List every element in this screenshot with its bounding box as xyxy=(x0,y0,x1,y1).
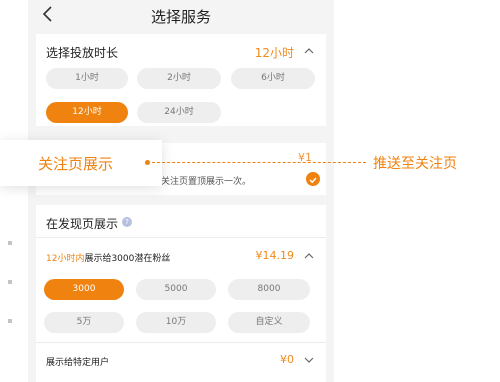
divider xyxy=(36,237,326,238)
fans-option-3000[interactable]: 3000 xyxy=(44,279,124,300)
fans-option-8000[interactable]: 8000 xyxy=(228,279,310,300)
duration-option-24h[interactable]: 24小时 xyxy=(137,102,221,123)
specific-users-price: ¥0 xyxy=(280,353,294,366)
divider xyxy=(36,342,326,343)
follow-page-checkbox[interactable] xyxy=(306,172,320,186)
info-icon[interactable]: ? xyxy=(122,217,132,227)
discover-price: ¥14.19 xyxy=(255,249,295,262)
fans-option-100k[interactable]: 10万 xyxy=(136,312,216,333)
duration-option-12h[interactable]: 12小时 xyxy=(46,102,128,123)
annotation-dashed-line xyxy=(152,162,366,163)
discover-card: 在发现页展示 ? 12小时内展示给3000潜在粉丝 ¥14.19 3000 50… xyxy=(36,205,326,382)
side-marker xyxy=(8,241,12,245)
follow-page-price: ¥1 xyxy=(298,151,312,164)
fans-option-5000[interactable]: 5000 xyxy=(136,279,216,300)
duration-label: 选择投放时长 xyxy=(46,46,119,60)
follow-page-description: 的关注页置顶展示一次。 xyxy=(152,177,252,187)
duration-card: 选择投放时长 12小时 1小时 2小时 6小时 12小时 24小时 xyxy=(36,34,326,126)
chevron-up-icon[interactable] xyxy=(304,251,314,261)
nav-bar: 选择服务 xyxy=(28,0,334,30)
fans-option-50k[interactable]: 5万 xyxy=(44,312,124,333)
discover-header: 在发现页展示 ? xyxy=(46,207,316,237)
chevron-up-icon[interactable] xyxy=(304,46,314,56)
callout-dot xyxy=(145,160,150,165)
discover-summary-row[interactable]: 12小时内展示给3000潜在粉丝 ¥14.19 xyxy=(46,241,316,271)
side-marker xyxy=(8,319,12,323)
chevron-down-icon[interactable] xyxy=(304,355,314,365)
duration-option-1h[interactable]: 1小时 xyxy=(46,68,128,89)
duration-option-6h[interactable]: 6小时 xyxy=(231,68,315,89)
fans-option-custom[interactable]: 自定义 xyxy=(228,312,310,333)
discover-section-label: 在发现页展示 xyxy=(46,217,119,231)
duration-option-2h[interactable]: 2小时 xyxy=(137,68,221,89)
page-title: 选择服务 xyxy=(150,8,211,26)
callout-label: 关注页展示 xyxy=(38,155,114,173)
checkmark-icon xyxy=(309,177,317,184)
discover-summary: 12小时内展示给3000潜在粉丝 xyxy=(46,254,171,264)
specific-users-label: 展示给特定用户 xyxy=(46,358,110,368)
duration-selected-value: 12小时 xyxy=(254,46,294,60)
phone-screen: 选择服务 选择投放时长 12小时 1小时 2小时 6小时 12小时 24小时 的… xyxy=(28,0,334,382)
side-marker xyxy=(8,280,12,284)
specific-users-row[interactable]: 展示给特定用户 ¥0 xyxy=(46,345,316,375)
annotation-right-label: 推送至关注页 xyxy=(373,156,457,172)
callout-box: 关注页展示 xyxy=(0,140,162,186)
duration-header[interactable]: 选择投放时长 12小时 xyxy=(46,36,316,66)
